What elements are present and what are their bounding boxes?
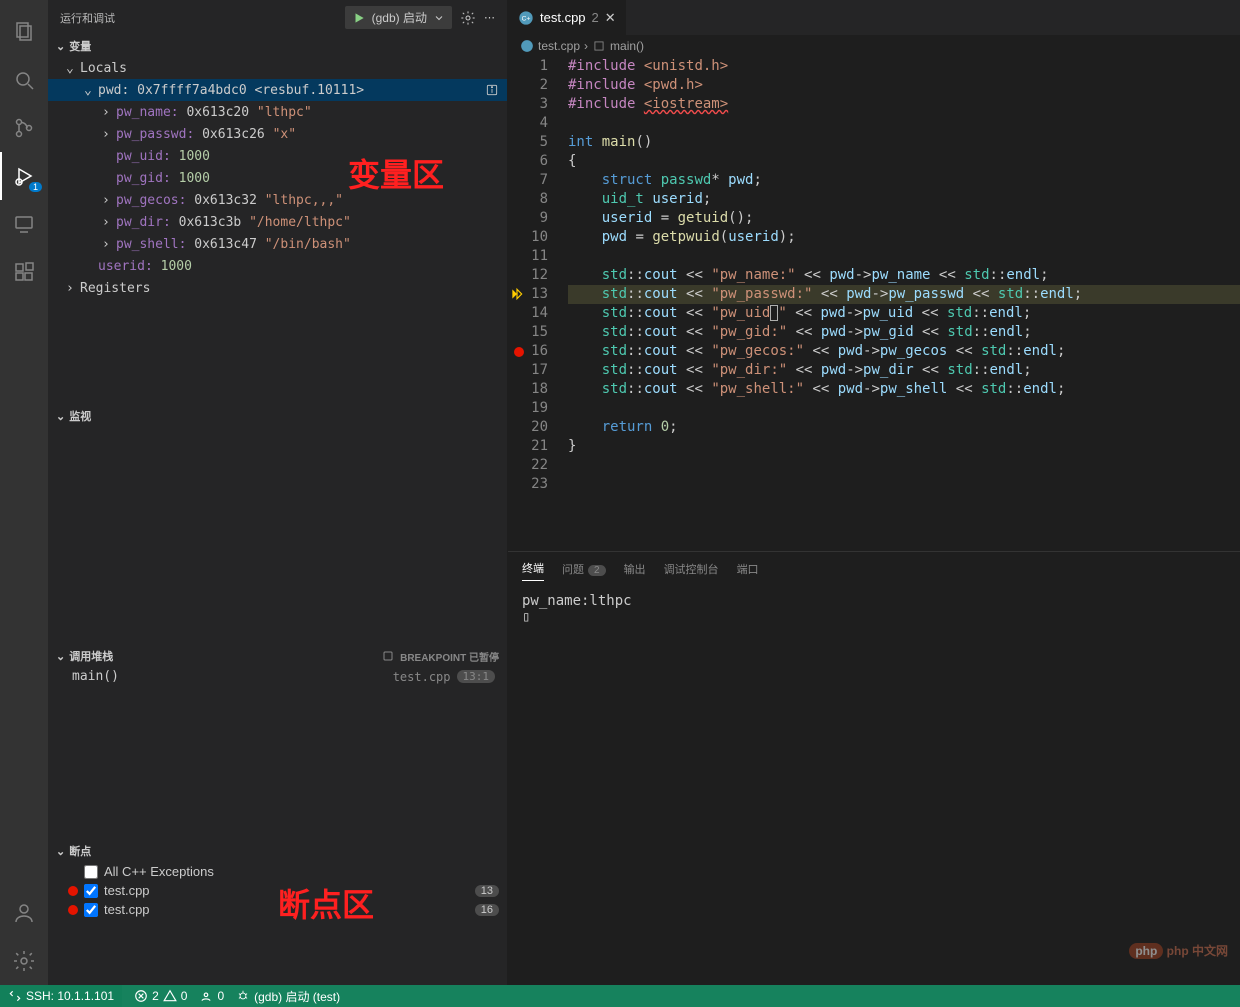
explorer-icon[interactable] [0, 8, 48, 56]
info-icon[interactable] [485, 83, 499, 97]
bp-item-1[interactable]: test.cpp 13 [48, 881, 507, 900]
breakpoint-dot-icon [68, 886, 78, 896]
account-icon[interactable] [0, 889, 48, 937]
var-pw-passwd[interactable]: ›pw_passwd: 0x613c26 "x" [48, 123, 507, 145]
registers-scope[interactable]: ›Registers [48, 277, 507, 299]
tab-bar: C+ test.cpp 2 ✕ [508, 0, 1240, 35]
var-pw-name[interactable]: ›pw_name: 0x613c20 "lthpc" [48, 101, 507, 123]
watch-section-header[interactable]: ⌄ 监视 [48, 405, 507, 427]
tab-debug-console[interactable]: 调试控制台 [664, 557, 719, 581]
bp-all-exceptions[interactable]: All C++ Exceptions [48, 862, 507, 881]
terminal-output[interactable]: pw_name:lthpc ▯ [508, 585, 1240, 985]
breadcrumb[interactable]: test.cpp › main() [508, 35, 1240, 57]
run-debug-icon[interactable]: 1 [0, 152, 48, 200]
status-ssh[interactable]: SSH: 10.1.1.101 [0, 985, 122, 1007]
bp-checkbox[interactable] [84, 884, 98, 898]
svg-text:C+: C+ [522, 15, 531, 22]
panel-tabs: 终端 问题2 输出 调试控制台 端口 [508, 552, 1240, 585]
remote-explorer-icon[interactable] [0, 200, 48, 248]
bottom-panel: 终端 问题2 输出 调试控制台 端口 pw_name:lthpc ▯ [508, 551, 1240, 985]
code-content[interactable]: #include <unistd.h> #include <pwd.h> #in… [568, 57, 1240, 551]
settings-icon[interactable] [460, 10, 476, 26]
bp-exceptions-checkbox[interactable] [84, 865, 98, 879]
var-userid[interactable]: userid: 1000 [48, 255, 507, 277]
debug-side-panel: 运行和调试 (gdb) 启动 ⋯ ⌄ 变量 ⌄Loca [48, 0, 508, 985]
search-icon[interactable] [0, 56, 48, 104]
var-pw-shell[interactable]: ›pw_shell: 0x613c47 "/bin/bash" [48, 233, 507, 255]
var-pw-gecos[interactable]: ›pw_gecos: 0x613c32 "lthpc,,," [48, 189, 507, 211]
launch-config-select[interactable]: (gdb) 启动 [345, 6, 452, 29]
chevron-down-icon: ⌄ [56, 845, 65, 858]
variables-section-header[interactable]: ⌄ 变量 [48, 35, 507, 57]
chevron-down-icon: ⌄ [56, 650, 65, 663]
side-panel-header: 运行和调试 (gdb) 启动 ⋯ [48, 0, 507, 35]
status-bar: SSH: 10.1.1.101 2 0 0 (gdb) 启动 (test) [0, 985, 1240, 1007]
chevron-down-icon: ⌄ [56, 40, 65, 53]
tab-problems[interactable]: 问题2 [562, 557, 606, 581]
activity-bar: 1 [0, 0, 48, 985]
extensions-icon[interactable] [0, 248, 48, 296]
tab-terminal[interactable]: 终端 [522, 556, 544, 581]
editor-area: C+ test.cpp 2 ✕ 调试区 test.cpp › main() [508, 0, 1240, 985]
tab-output[interactable]: 输出 [624, 557, 646, 581]
chevron-down-icon: ⌄ [56, 410, 65, 423]
bp-item-2[interactable]: test.cpp 16 [48, 900, 507, 919]
close-icon[interactable]: ✕ [605, 10, 616, 26]
var-pw-dir[interactable]: ›pw_dir: 0x613c3b "/home/lthpc" [48, 211, 507, 233]
breakpoint-dot-icon [68, 905, 78, 915]
breakpoints-section-header[interactable]: ⌄ 断点 [48, 840, 507, 862]
line-gutter: 1234 5678 9101112 13 1415 16 171819 2021… [508, 57, 568, 551]
stack-frame[interactable]: main() test.cpp 13:1 [48, 667, 507, 686]
callstack-section-header[interactable]: ⌄ 调用堆栈 BREAKPOINT 已暂停 [48, 645, 507, 667]
code-editor[interactable]: 1234 5678 9101112 13 1415 16 171819 2021… [508, 57, 1240, 551]
more-icon[interactable]: ⋯ [484, 11, 495, 24]
status-debug-config[interactable]: (gdb) 启动 (test) [236, 988, 340, 1005]
watermark: php php 中文网 [1129, 942, 1228, 959]
settings-gear-icon[interactable] [0, 937, 48, 985]
tab-ports[interactable]: 端口 [737, 557, 759, 581]
status-ports[interactable]: 0 [199, 989, 224, 1003]
bp-checkbox[interactable] [84, 903, 98, 917]
tab-test-cpp[interactable]: C+ test.cpp 2 ✕ [508, 0, 627, 35]
side-panel-title: 运行和调试 [60, 10, 115, 26]
debug-badge: 1 [29, 182, 42, 192]
var-pw-uid[interactable]: pw_uid: 1000 [48, 145, 507, 167]
source-control-icon[interactable] [0, 104, 48, 152]
locals-scope[interactable]: ⌄Locals [48, 57, 507, 79]
status-errors[interactable]: 2 0 [134, 989, 187, 1003]
var-pw-gid[interactable]: pw_gid: 1000 [48, 167, 507, 189]
var-pwd[interactable]: ⌄pwd: 0x7ffff7a4bdc0 <resbuf.10111> [48, 79, 507, 101]
